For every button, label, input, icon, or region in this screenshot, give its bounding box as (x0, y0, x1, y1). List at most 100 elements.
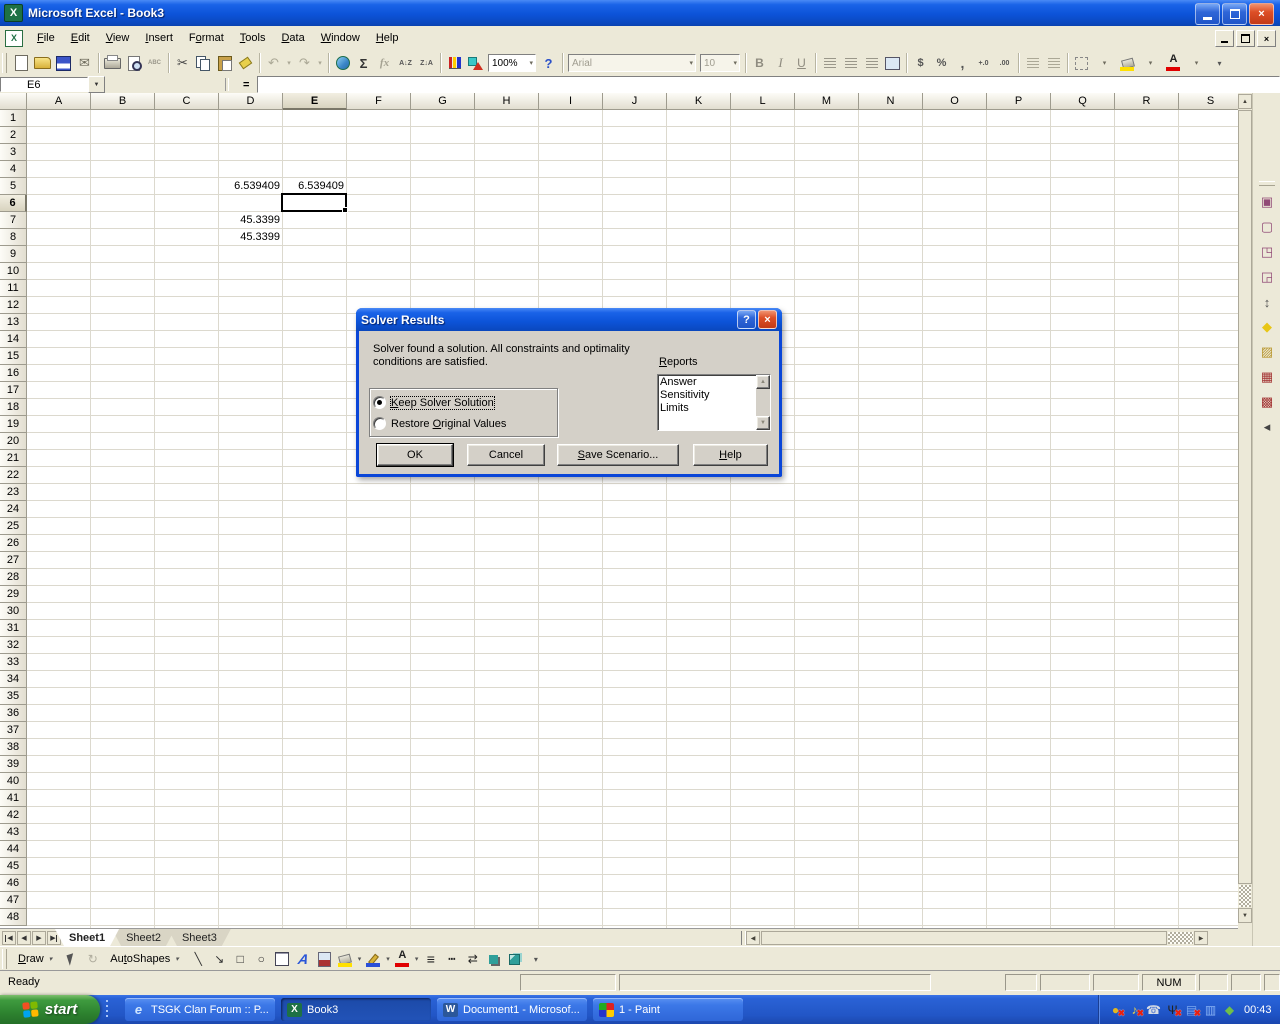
hyperlink-icon[interactable] (332, 53, 353, 73)
scroll-right-icon[interactable]: ▶ (1194, 931, 1208, 945)
row-header-28[interactable]: 28 (0, 569, 27, 586)
format-painter-icon[interactable] (235, 53, 256, 73)
modem-icon[interactable]: ☎ (1145, 1001, 1162, 1018)
bold-icon[interactable]: B (749, 53, 770, 73)
dropdown-arrow-icon[interactable]: ▾ (358, 955, 362, 963)
dash-style-icon[interactable]: ┅ (441, 949, 462, 969)
row-header-19[interactable]: 19 (0, 416, 27, 433)
row-header-48[interactable]: 48 (0, 909, 27, 926)
sort-desc-icon[interactable]: Z↓A (416, 53, 437, 73)
column-header-k[interactable]: K (667, 93, 731, 110)
name-box[interactable]: E6 (0, 77, 88, 92)
row-header-5[interactable]: 5 (0, 178, 27, 195)
align-left-icon[interactable] (819, 53, 840, 73)
column-header-f[interactable]: F (347, 93, 411, 110)
row-header-16[interactable]: 16 (0, 365, 27, 382)
row-header-27[interactable]: 27 (0, 552, 27, 569)
active-cell-selection[interactable] (281, 193, 347, 212)
dropdown-arrow-icon[interactable]: ▾ (415, 955, 419, 963)
shadow-icon[interactable] (483, 949, 504, 969)
row-header-43[interactable]: 43 (0, 824, 27, 841)
row-header-24[interactable]: 24 (0, 501, 27, 518)
fill-color-icon[interactable] (335, 949, 356, 969)
toolbar-grip[interactable] (1259, 181, 1275, 186)
merge-center-icon[interactable] (882, 53, 903, 73)
column-header-b[interactable]: B (91, 93, 155, 110)
row-header-47[interactable]: 47 (0, 892, 27, 909)
dropdown-arrow-icon[interactable]: ▾ (1092, 53, 1117, 73)
next-sheet-icon[interactable]: ▶ (32, 931, 46, 945)
open-icon[interactable] (32, 53, 53, 73)
rectangle-icon[interactable]: □ (230, 949, 251, 969)
horizontal-scroll-track[interactable] (1168, 932, 1193, 944)
undo-icon[interactable]: ↶ (263, 53, 284, 73)
taskbar-item-3[interactable]: 1 - Paint (593, 998, 743, 1021)
copy-icon[interactable] (193, 53, 214, 73)
currency-icon[interactable]: $ (910, 53, 931, 73)
antenna-error-icon[interactable]: Ψ✖ (1164, 1001, 1181, 1018)
delete-shape-icon[interactable]: ▢ (1255, 215, 1279, 239)
row-header-45[interactable]: 45 (0, 858, 27, 875)
row-header-40[interactable]: 40 (0, 773, 27, 790)
size-combo[interactable]: 10▾ (700, 54, 740, 72)
undo-arrow-icon[interactable]: ▾ (284, 53, 294, 73)
doc-restore-button[interactable] (1236, 30, 1255, 47)
volume-error-icon[interactable]: ♪✖ (1126, 1001, 1143, 1018)
font-combo[interactable]: Arial▾ (568, 54, 696, 72)
list-scrollbar[interactable]: ▲ ▼ (756, 375, 770, 430)
report-item-answer[interactable]: Answer (660, 376, 710, 389)
row-header-15[interactable]: 15 (0, 348, 27, 365)
row-header-32[interactable]: 32 (0, 637, 27, 654)
italic-icon[interactable]: I (770, 53, 791, 73)
column-header-r[interactable]: R (1115, 93, 1179, 110)
row-header-26[interactable]: 26 (0, 535, 27, 552)
cell-d5[interactable]: 6.539409 (219, 178, 280, 195)
wordart-icon[interactable]: A (291, 949, 316, 969)
network-error-icon[interactable]: ▤✖ (1183, 1001, 1200, 1018)
row-header-31[interactable]: 31 (0, 620, 27, 637)
pointer-icon[interactable] (61, 949, 82, 969)
arrow-style-icon[interactable]: ⇄ (462, 949, 483, 969)
decrease-decimal-icon[interactable]: .00 (994, 53, 1015, 73)
radio-button-icon[interactable] (373, 417, 386, 430)
borders-icon[interactable] (1071, 53, 1092, 73)
cut-icon[interactable]: ✂ (172, 53, 193, 73)
menu-file[interactable]: File (29, 28, 63, 48)
sort-asc-icon[interactable]: A↓Z (395, 53, 416, 73)
row-header-14[interactable]: 14 (0, 331, 27, 348)
row-header-9[interactable]: 9 (0, 246, 27, 263)
dropdown-arrow-icon[interactable]: ▾ (1138, 53, 1163, 73)
fill-handle[interactable] (342, 207, 348, 213)
add-branch-icon[interactable]: ◳ (1255, 240, 1279, 264)
row-header-36[interactable]: 36 (0, 705, 27, 722)
list-scroll-up-icon[interactable]: ▲ (756, 375, 770, 389)
prev-sheet-icon[interactable]: ◀ (17, 931, 31, 945)
free-rotate-icon[interactable]: ↻ (82, 949, 103, 969)
taskbar-item-1[interactable]: X Book3 (281, 998, 431, 1021)
fill-color-icon[interactable] (1117, 53, 1138, 73)
dialog-close-icon[interactable]: × (758, 310, 777, 329)
more-icon[interactable]: ▾ (525, 949, 546, 969)
column-header-l[interactable]: L (731, 93, 795, 110)
autoshapes-menu[interactable]: AutoShapes ▾ (105, 950, 186, 969)
menu-window[interactable]: Window (313, 28, 368, 48)
scroll-up-icon[interactable]: ▲ (1238, 94, 1252, 109)
radio-keep-solver-solution[interactable]: Keep Solver Solution (373, 396, 494, 409)
column-header-e[interactable]: E (283, 93, 347, 110)
row-header-2[interactable]: 2 (0, 127, 27, 144)
monitors-icon[interactable]: ▥ (1202, 1001, 1219, 1018)
line-style-icon[interactable]: ≡ (420, 949, 441, 969)
align-center-icon[interactable] (840, 53, 861, 73)
toolbar-grip[interactable] (2, 53, 7, 73)
row-header-44[interactable]: 44 (0, 841, 27, 858)
row-header-39[interactable]: 39 (0, 756, 27, 773)
row-header-33[interactable]: 33 (0, 654, 27, 671)
increase-decimal-icon[interactable]: +.0 (973, 53, 994, 73)
cells-canvas[interactable]: 6.5394096.53940945.339945.3399 (27, 110, 1238, 928)
row-header-42[interactable]: 42 (0, 807, 27, 824)
row-header-20[interactable]: 20 (0, 433, 27, 450)
column-header-i[interactable]: I (539, 93, 603, 110)
row-header-38[interactable]: 38 (0, 739, 27, 756)
row-header-1[interactable]: 1 (0, 110, 27, 127)
radio-button-icon[interactable] (373, 396, 386, 409)
